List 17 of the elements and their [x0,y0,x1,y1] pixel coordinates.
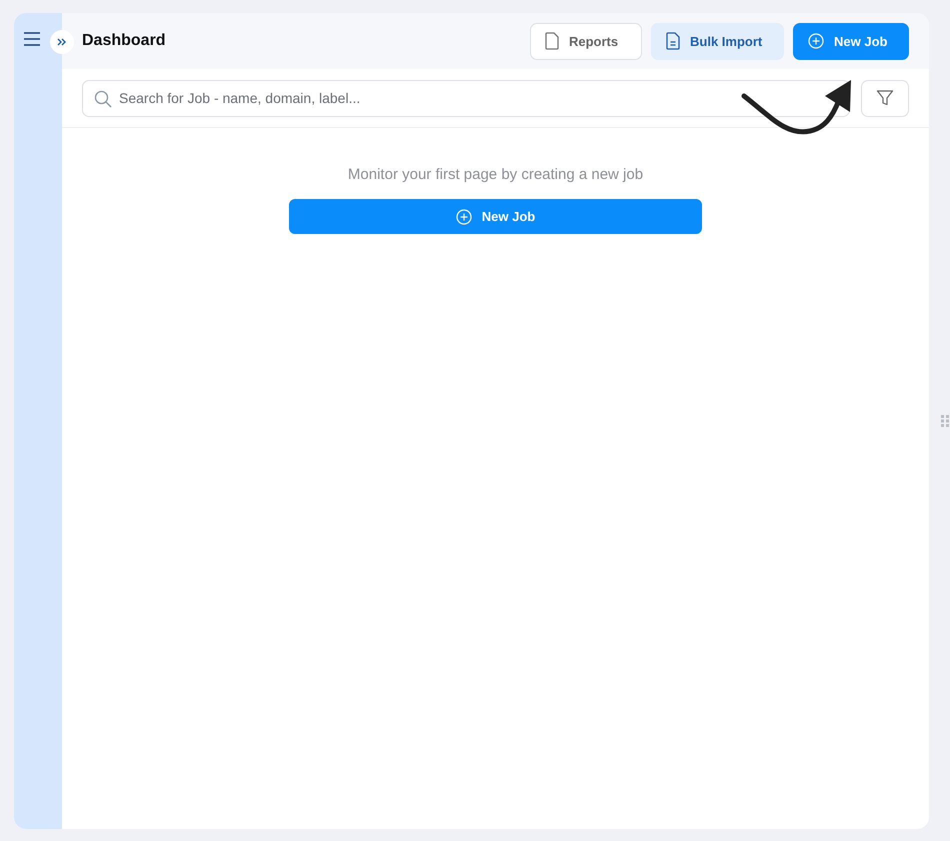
document-icon [545,32,559,50]
search-icon [94,90,112,108]
new-job-button[interactable]: New Job [793,22,909,60]
drag-handle-icon[interactable] [941,415,949,427]
document-icon [666,32,680,50]
filter-icon [876,89,894,107]
empty-state-message: Monitor your first page by creating a new job [348,166,644,183]
filter-button[interactable] [861,80,909,116]
new-job-button[interactable]: New Job [289,199,702,234]
import-button[interactable]: Bulk Import [651,22,784,60]
plus-circle-icon [808,33,824,49]
menu-icon[interactable] [24,32,40,46]
page-title: Dashboard [82,32,167,50]
reports-button[interactable]: Reports [530,22,642,60]
search-field[interactable]: Search for Job - name, domain, label... [82,80,850,116]
double-chevron-icon [57,37,67,47]
plus-circle-icon [456,208,472,224]
